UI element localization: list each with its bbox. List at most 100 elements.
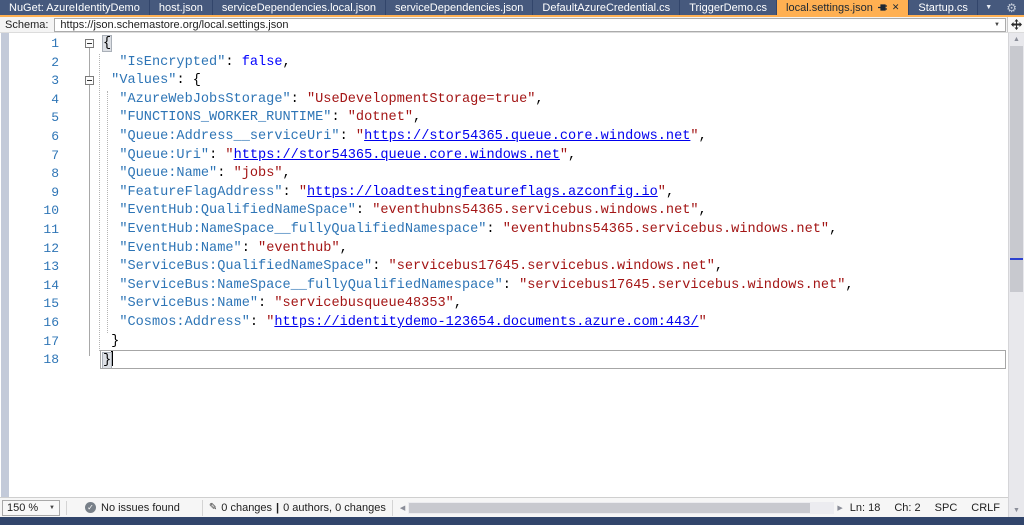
code-segment: [103, 110, 119, 125]
code-segment: ": [356, 129, 364, 144]
eol-indicator[interactable]: CRLF: [971, 502, 1000, 514]
code-segment: :: [258, 296, 274, 311]
scroll-up-icon[interactable]: ▲: [1009, 36, 1024, 43]
scroll-down-icon[interactable]: ▼: [1009, 507, 1024, 514]
spaces-indicator[interactable]: SPC: [935, 502, 958, 514]
vertical-scrollbar-thumb[interactable]: [1010, 46, 1023, 292]
collapse-icon[interactable]: [85, 76, 94, 85]
zoom-control[interactable]: 150 % ▼: [2, 500, 60, 516]
fold-margin: [64, 147, 103, 166]
fold-margin: [64, 35, 103, 54]
chevron-down-icon[interactable]: ▼: [994, 22, 1000, 28]
code-segment: [103, 296, 119, 311]
fold-margin: [64, 184, 103, 203]
code-segment: "eventhub": [258, 241, 340, 256]
code-segment: [103, 203, 119, 218]
tab-nuget-azureidentitydemo[interactable]: NuGet: AzureIdentityDemo: [0, 0, 150, 15]
code-lines: 1{2 "IsEncrypted": false,3 "Values": {4 …: [0, 33, 1008, 497]
pan-button[interactable]: [1007, 17, 1024, 32]
tab-host.json[interactable]: host.json: [150, 0, 213, 15]
vertical-scrollbar[interactable]: ▲ ▼: [1008, 33, 1024, 517]
code-segment: ,: [568, 148, 576, 163]
divider: [66, 501, 67, 515]
code-segment: ": [658, 185, 666, 200]
schema-combobox[interactable]: https://json.schemastore.org/local.setti…: [54, 18, 1006, 32]
code-text: "FeatureFlagAddress": "https://loadtesti…: [103, 184, 674, 203]
fold-margin: [64, 314, 103, 333]
code-segment: :: [282, 185, 298, 200]
horizontal-scrollbar-thumb[interactable]: [409, 503, 810, 513]
code-segment: "EventHub:Name": [119, 241, 241, 256]
fold-margin: [64, 165, 103, 184]
scroll-right-icon[interactable]: ▶: [834, 504, 845, 512]
fold-margin: [64, 109, 103, 128]
code-segment: "jobs": [234, 166, 283, 181]
code-line: 8 "Queue:Name": "jobs",: [0, 165, 1008, 184]
horizontal-scrollbar[interactable]: ◀ ▶: [397, 502, 846, 514]
code-segment: "Queue:Name": [119, 166, 217, 181]
code-text: "ServiceBus:Name": "servicebusqueue48353…: [103, 295, 462, 314]
code-segment: "ServiceBus:QualifiedNameSpace": [119, 259, 372, 274]
code-segment: :: [356, 203, 372, 218]
url-link[interactable]: https://stor54365.queue.core.windows.net: [364, 129, 690, 144]
pan-icon: [1011, 19, 1022, 30]
code-segment: :: [486, 222, 502, 237]
horizontal-scrollbar-track[interactable]: [408, 502, 834, 514]
tab-servicedependencies.json[interactable]: serviceDependencies.json: [386, 0, 533, 15]
code-segment: "EventHub:NameSpace__fullyQualifiedNames…: [119, 222, 486, 237]
code-segment: {: [103, 36, 111, 51]
code-segment: [103, 129, 119, 144]
code-line: 2 "IsEncrypted": false,: [0, 54, 1008, 73]
collapse-icon[interactable]: [85, 39, 94, 48]
document-health[interactable]: ✓ No issues found: [85, 502, 180, 514]
url-link[interactable]: https://stor54365.queue.core.windows.net: [234, 148, 560, 163]
tab-defaultazurecredential.cs[interactable]: DefaultAzureCredential.cs: [533, 0, 680, 15]
vs-editor-window: NuGet: AzureIdentityDemohost.jsonservice…: [0, 0, 1024, 525]
code-line: 16 "Cosmos:Address": "https://identityde…: [0, 314, 1008, 333]
code-segment: "eventhubns54365.servicebus.windows.net": [372, 203, 698, 218]
tab-triggerdemo.cs[interactable]: TriggerDemo.cs: [680, 0, 777, 15]
code-line: 9 "FeatureFlagAddress": "https://loadtes…: [0, 184, 1008, 203]
line-number: 17: [0, 333, 64, 352]
gear-icon[interactable]: ⚙: [1006, 2, 1017, 14]
pin-icon[interactable]: [878, 3, 887, 12]
fold-margin: [64, 258, 103, 277]
caret-position-marker: [1010, 258, 1023, 260]
code-segment: "ServiceBus:Name": [119, 296, 258, 311]
code-segment: "servicebusqueue48353": [274, 296, 453, 311]
code-text: "Queue:Uri": "https://stor54365.queue.co…: [103, 147, 576, 166]
code-editor[interactable]: 1{2 "IsEncrypted": false,3 "Values": {4 …: [0, 33, 1008, 497]
code-text: "Queue:Name": "jobs",: [103, 165, 291, 184]
scroll-left-icon[interactable]: ◀: [397, 504, 408, 512]
code-segment: "IsEncrypted": [119, 55, 225, 70]
fold-margin: [64, 54, 103, 73]
tab-label: TriggerDemo.cs: [689, 2, 767, 14]
schema-bar: Schema: https://json.schemastore.org/loc…: [0, 17, 1024, 33]
code-line: 13 "ServiceBus:QualifiedNameSpace": "ser…: [0, 258, 1008, 277]
code-segment: false: [242, 55, 283, 70]
codelens-changes[interactable]: ✎ 0 changes | 0 authors, 0 changes: [202, 500, 393, 516]
code-line: 6 "Queue:Address__serviceUri": "https://…: [0, 128, 1008, 147]
code-text: "ServiceBus:NameSpace__fullyQualifiedNam…: [103, 277, 854, 296]
schema-label: Schema:: [0, 19, 54, 31]
close-icon[interactable]: ✕: [892, 3, 900, 12]
url-link[interactable]: https://identitydemo-123654.documents.az…: [274, 315, 698, 330]
code-segment: "AzureWebJobsStorage": [119, 92, 290, 107]
code-text: }: [103, 333, 119, 352]
tab-servicedependencies.local.json[interactable]: serviceDependencies.local.json: [213, 0, 386, 15]
code-segment: [103, 55, 119, 70]
authors-count: 0 authors, 0 changes: [283, 502, 386, 514]
fold-margin: [64, 240, 103, 259]
fold-margin: [64, 351, 103, 370]
code-segment: "eventhubns54365.servicebus.windows.net": [503, 222, 829, 237]
tab-local.settings.json[interactable]: local.settings.json✕: [777, 0, 909, 15]
tab-startup.cs[interactable]: Startup.cs: [909, 0, 978, 15]
code-segment: ,: [715, 259, 723, 274]
code-segment: ,: [699, 129, 707, 144]
url-link[interactable]: https://loadtestingfeatureflags.azconfig…: [307, 185, 658, 200]
code-segment: ": [699, 315, 707, 330]
code-segment: [103, 259, 119, 274]
code-segment: [103, 315, 119, 330]
code-segment: :: [250, 315, 266, 330]
chevron-down-icon[interactable]: ▼: [985, 4, 992, 11]
